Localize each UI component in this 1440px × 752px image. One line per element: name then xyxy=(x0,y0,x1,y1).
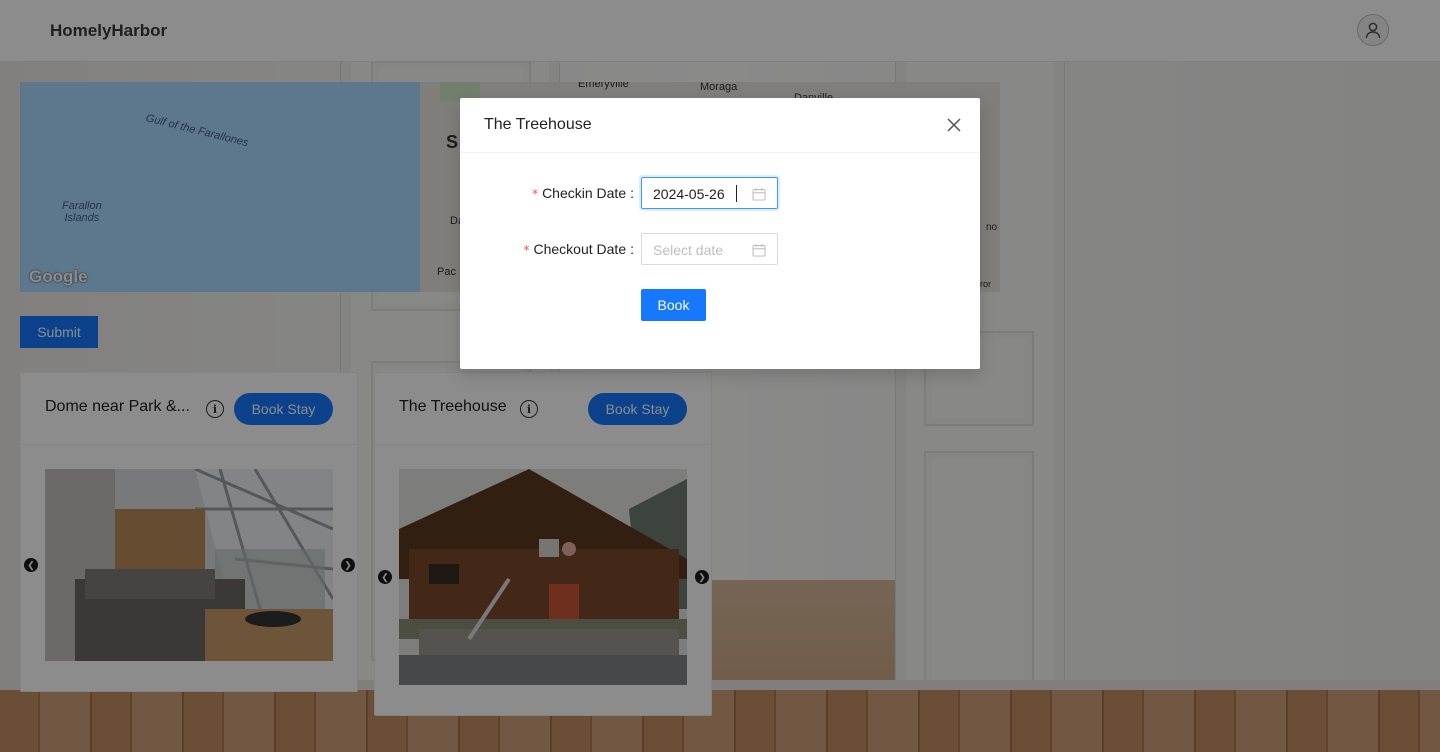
checkout-row: * Checkout Date: Select date xyxy=(460,233,980,265)
close-icon xyxy=(947,118,961,132)
checkout-date-picker[interactable]: Select date xyxy=(641,233,778,265)
checkin-row: * Checkin Date: 2024-05-26 xyxy=(460,177,980,209)
calendar-icon xyxy=(752,188,766,201)
book-button[interactable]: Book xyxy=(641,289,706,321)
required-mark: * xyxy=(523,243,530,257)
checkin-date-value: 2024-05-26 xyxy=(653,186,725,202)
checkout-date-placeholder: Select date xyxy=(653,242,724,258)
modal-title: The Treehouse xyxy=(484,116,592,133)
close-button[interactable] xyxy=(944,115,964,135)
modal-header: The Treehouse xyxy=(460,98,980,153)
text-caret xyxy=(736,185,737,202)
checkin-label: * Checkin Date: xyxy=(532,185,634,201)
checkout-label: * Checkout Date: xyxy=(523,241,635,257)
calendar-icon xyxy=(752,244,766,257)
required-mark: * xyxy=(532,187,539,201)
booking-modal: The Treehouse * Checkin Date: 2024-05-26 … xyxy=(460,98,980,369)
checkin-date-picker[interactable]: 2024-05-26 xyxy=(641,177,778,209)
